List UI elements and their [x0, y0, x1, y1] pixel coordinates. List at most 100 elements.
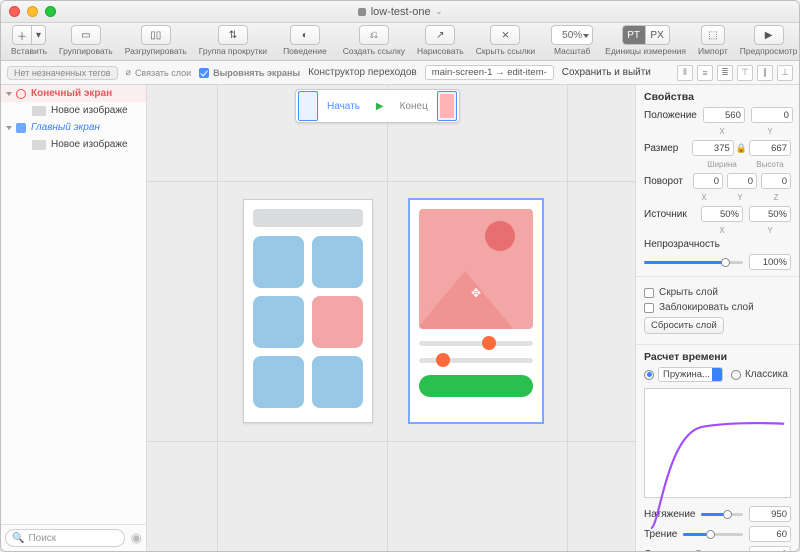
insert-button[interactable]: ＋ [12, 25, 32, 45]
close-icon[interactable] [9, 6, 20, 17]
tension-slider[interactable] [701, 513, 743, 516]
rotation-x-input[interactable]: 0 [693, 173, 723, 189]
position-y-input[interactable]: 0 [751, 107, 793, 123]
hide-links-button[interactable]: ⨯ [490, 25, 520, 45]
spring-radio-option[interactable]: Пружина... [644, 367, 723, 382]
window-controls [9, 6, 56, 17]
behavior-button[interactable]: ◐ [290, 25, 320, 45]
layer-label: Новое изображе [51, 105, 140, 116]
flow-end-button[interactable]: Конец [393, 95, 435, 117]
draw-link-button[interactable]: ↗ [425, 25, 455, 45]
origin-y-input[interactable]: 50% [749, 206, 791, 222]
properties-panel: Свойства Положение 560 0 XY Размер 375 🔒… [635, 85, 799, 551]
flow-start-button[interactable]: Начать [320, 95, 367, 117]
position-x-input[interactable]: 560 [703, 107, 745, 123]
layer-label: Новое изображе [51, 139, 140, 150]
image-icon [32, 140, 46, 150]
reset-layer-button[interactable]: Сбросить слой [644, 317, 724, 334]
flow-thumb-end[interactable] [437, 91, 457, 121]
zoom-label: Масштаб [554, 46, 590, 56]
velocity-input[interactable]: 0 [749, 546, 791, 551]
lock-layer-toggle[interactable]: Заблокировать слой [644, 302, 791, 313]
import-button[interactable]: ⬚ [701, 25, 725, 45]
disclosure-icon[interactable] [6, 126, 12, 130]
screen-end-icon [16, 89, 26, 99]
visibility-toggle-icon[interactable]: ◉ [131, 530, 142, 546]
lock-layer-checkbox[interactable] [644, 303, 654, 313]
mock-slider-1 [419, 341, 533, 346]
hide-layer-toggle[interactable]: Скрыть слой [644, 287, 791, 298]
align-center-h-icon[interactable]: ≡ [697, 65, 713, 81]
play-icon[interactable]: ▶ [369, 95, 391, 117]
scroll-group-button[interactable]: ⇅ [218, 25, 248, 45]
mock-image: ✥ [419, 209, 533, 329]
origin-label: Источник [644, 209, 687, 220]
grid-line [147, 441, 635, 442]
opacity-label: Непрозрачность [644, 239, 720, 250]
align-left-icon[interactable]: ⦀ [677, 65, 693, 81]
zoom-window-icon[interactable] [45, 6, 56, 17]
layer-label: Главный экран [31, 122, 140, 133]
disclosure-icon[interactable] [6, 92, 12, 96]
units-segmented[interactable]: PT PX [622, 25, 670, 45]
insert-dropdown[interactable]: ▾ [32, 25, 46, 45]
breadcrumb[interactable]: main-screen-1 → edit-item- [425, 65, 554, 80]
friction-slider[interactable] [683, 533, 743, 536]
align-screens-toggle[interactable]: Выровнять экраны [199, 68, 300, 78]
alignment-tools: ⦀ ≡ ≣ ⊤ ∥ ⊥ [677, 65, 793, 81]
mock-tile [312, 296, 363, 348]
lock-aspect-icon[interactable]: 🔒 [736, 143, 747, 154]
link-layers-button[interactable]: ⌀Связать слои [126, 67, 192, 78]
mock-tile [253, 236, 304, 288]
origin-x-input[interactable]: 50% [701, 206, 743, 222]
align-screens-checkbox[interactable] [199, 68, 209, 78]
width-input[interactable]: 375 [692, 140, 734, 156]
rotation-y-input[interactable]: 0 [727, 173, 757, 189]
layer-row-image-2[interactable]: Новое изображе [1, 136, 146, 153]
create-link-button[interactable]: ⎌ [359, 25, 389, 45]
grid-line [567, 85, 568, 551]
draw-link-label: Нарисовать [417, 46, 464, 56]
minimize-icon[interactable] [27, 6, 38, 17]
align-bottom-icon[interactable]: ⊥ [777, 65, 793, 81]
scroll-group-label: Группа прокрутки [199, 46, 267, 56]
classic-radio-option[interactable]: Классика [731, 369, 788, 380]
ungroup-button[interactable]: ▯▯ [141, 25, 171, 45]
layer-row-image-1[interactable]: Новое изображе [1, 102, 146, 119]
secondary-toolbar: Нет незначенных тегов ⌀Связать слои Выро… [1, 61, 799, 85]
canvas[interactable]: Начать ▶ Конец [147, 85, 635, 551]
opacity-input[interactable]: 100% [749, 254, 791, 270]
units-px-button[interactable]: PX [646, 25, 670, 45]
height-input[interactable]: 667 [749, 140, 791, 156]
align-top-icon[interactable]: ⊤ [737, 65, 753, 81]
mock-grid [253, 236, 363, 408]
position-label: Положение [644, 110, 697, 121]
artboard-end-screen[interactable]: ✥ [409, 199, 543, 423]
mock-tile [312, 356, 363, 408]
preview-button[interactable]: ▶ [754, 25, 784, 45]
align-middle-icon[interactable]: ∥ [757, 65, 773, 81]
units-pt-button[interactable]: PT [622, 25, 646, 45]
spring-select[interactable]: Пружина... [658, 367, 723, 382]
rotation-label: Поворот [644, 176, 683, 187]
create-link-label: Создать ссылку [343, 46, 405, 56]
layer-label: Конечный экран [31, 88, 140, 99]
save-and-exit-button[interactable]: Сохранить и выйти [562, 67, 651, 78]
group-button[interactable]: ▭ [71, 25, 101, 45]
artboard-main-screen[interactable] [243, 199, 373, 423]
layer-search-input[interactable]: 🔍 Поиск [5, 529, 125, 547]
layer-row-main-screen[interactable]: Главный экран [1, 119, 146, 136]
flow-toolbar[interactable]: Начать ▶ Конец [295, 89, 460, 123]
rotation-z-input[interactable]: 0 [761, 173, 791, 189]
layer-row-end-screen[interactable]: Конечный экран [1, 85, 146, 102]
align-right-icon[interactable]: ≣ [717, 65, 733, 81]
classic-radio[interactable] [731, 370, 741, 380]
flow-thumb-start[interactable] [298, 91, 318, 121]
transition-builder-label[interactable]: Конструктор переходов [308, 67, 417, 78]
image-icon [32, 106, 46, 116]
zoom-select[interactable]: 50% [551, 25, 593, 45]
main-toolbar: ＋ ▾ Вставить ▭ Группировать ▯▯ Разгрупир… [1, 23, 799, 61]
hide-layer-checkbox[interactable] [644, 288, 654, 298]
opacity-slider[interactable] [644, 261, 743, 264]
spring-radio[interactable] [644, 370, 654, 380]
